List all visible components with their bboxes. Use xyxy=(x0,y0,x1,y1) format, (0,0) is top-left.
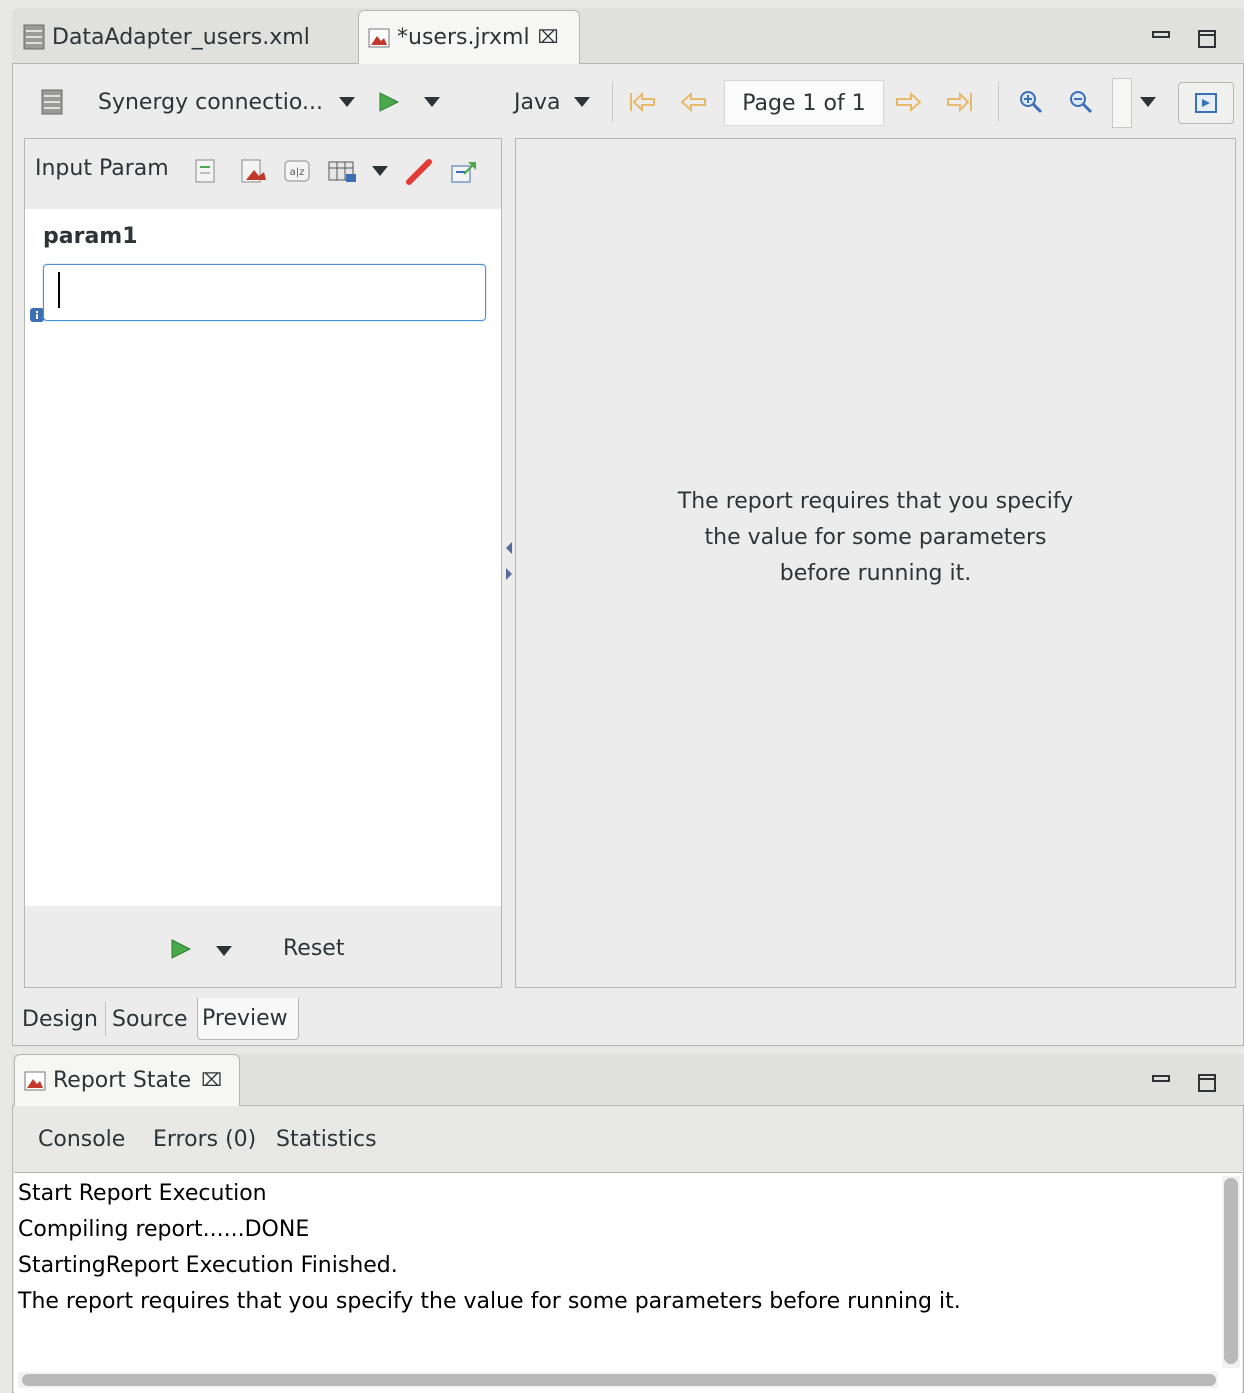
tab-design[interactable]: Design xyxy=(18,998,102,1040)
console-line: The report requires that you specify the… xyxy=(18,1289,961,1314)
subtab-statistics[interactable]: Statistics xyxy=(276,1122,377,1156)
clear-params-icon[interactable] xyxy=(404,156,434,186)
param1-input[interactable] xyxy=(43,264,486,321)
reset-button[interactable]: Reset xyxy=(283,936,344,961)
params-toggle-icon[interactable] xyxy=(194,158,218,184)
database-icon xyxy=(22,23,46,51)
tab-divider xyxy=(105,1002,106,1036)
zoom-out-button[interactable] xyxy=(1068,80,1094,124)
chevron-down-icon xyxy=(216,946,232,956)
tab-label: Preview xyxy=(202,1006,288,1031)
toolbar-separator xyxy=(998,82,999,122)
console-line: StartingReport Execution Finished. xyxy=(18,1253,398,1278)
last-page-icon xyxy=(946,90,974,114)
tab-label: Source xyxy=(112,1006,188,1032)
preview-message-line: the value for some parameters xyxy=(704,525,1047,550)
play-icon xyxy=(378,91,400,113)
chevron-down-icon xyxy=(338,97,355,107)
horizontal-scroll-thumb[interactable] xyxy=(22,1374,1216,1386)
chevron-down-icon xyxy=(424,97,440,107)
default-values-icon[interactable] xyxy=(450,160,478,186)
language-select[interactable]: Java xyxy=(514,80,591,124)
report-params-icon[interactable] xyxy=(240,158,268,184)
toggle-params-button[interactable] xyxy=(1178,82,1234,124)
zoom-out-icon xyxy=(1068,89,1094,115)
zoom-in-button[interactable] xyxy=(1018,80,1044,124)
last-page-button[interactable] xyxy=(946,80,974,124)
preview-message: The report requires that you specify the… xyxy=(515,484,1236,592)
run-report-button[interactable] xyxy=(378,80,400,124)
console-line: Compiling report......DONE xyxy=(18,1217,310,1242)
toolbar-separator xyxy=(612,82,613,122)
run-options-dropdown[interactable] xyxy=(424,80,440,124)
zoom-in-icon xyxy=(1018,89,1044,115)
tab-data-adapter[interactable]: DataAdapter_users.xml xyxy=(18,10,354,64)
tab-report-state[interactable]: Report State ⌧ xyxy=(14,1054,240,1106)
page-label: Page 1 of 1 xyxy=(742,90,866,116)
text-caret xyxy=(58,272,60,308)
console-line: Start Report Execution xyxy=(18,1181,267,1206)
report-icon xyxy=(367,26,391,50)
subtab-errors[interactable]: Errors (0) xyxy=(153,1122,256,1156)
subtab-console[interactable]: Console xyxy=(38,1122,125,1156)
tab-source[interactable]: Source xyxy=(108,998,192,1040)
tab-users-jrxml[interactable]: *users.jrxml ⌧ xyxy=(358,10,580,64)
param-name-label: param1 xyxy=(43,224,138,249)
export-icon xyxy=(1194,92,1218,114)
chevron-down-icon[interactable] xyxy=(372,166,388,176)
data-adapter-select[interactable]: Synergy connectio... xyxy=(98,80,355,124)
collapse-right-icon[interactable] xyxy=(505,568,513,580)
preview-message-line: before running it. xyxy=(779,561,972,586)
next-page-button[interactable] xyxy=(894,80,922,124)
language-label: Java xyxy=(514,89,561,115)
sort-params-icon[interactable]: a|z xyxy=(284,160,310,182)
tab-preview[interactable]: Preview xyxy=(197,998,299,1040)
data-adapter-icon xyxy=(40,80,64,124)
chevron-down-icon xyxy=(1140,97,1156,107)
tab-label: DataAdapter_users.xml xyxy=(52,24,310,50)
arrow-right-icon xyxy=(894,90,922,114)
data-adapter-label: Synergy connectio... xyxy=(98,89,323,115)
tab-label: Design xyxy=(22,1006,98,1032)
page-indicator: Page 1 of 1 xyxy=(724,80,884,126)
table-params-icon[interactable] xyxy=(328,160,358,184)
run-options-dropdown[interactable] xyxy=(216,946,232,956)
minimize-icon[interactable] xyxy=(1148,1066,1174,1092)
minimize-icon[interactable] xyxy=(1148,22,1174,48)
vertical-scroll-thumb[interactable] xyxy=(1224,1178,1238,1364)
first-page-icon xyxy=(628,90,656,114)
svg-text:a|z: a|z xyxy=(290,167,305,178)
maximize-icon[interactable] xyxy=(1194,1070,1220,1096)
tab-label: Report State xyxy=(53,1068,192,1093)
zoom-dropdown[interactable] xyxy=(1140,80,1156,124)
collapse-left-icon[interactable] xyxy=(505,542,513,554)
play-icon xyxy=(170,938,192,960)
zoom-combo[interactable] xyxy=(1112,78,1132,128)
chevron-down-icon xyxy=(574,97,591,107)
params-footer xyxy=(25,906,501,987)
close-icon[interactable]: ⌧ xyxy=(538,27,559,48)
report-icon xyxy=(23,1069,47,1093)
first-page-button[interactable] xyxy=(628,80,656,124)
run-report-button[interactable] xyxy=(170,938,192,960)
tab-label: *users.jrxml xyxy=(397,25,530,50)
info-icon xyxy=(30,308,44,322)
arrow-left-icon xyxy=(680,90,708,114)
preview-message-line: The report requires that you specify xyxy=(677,489,1074,514)
maximize-icon[interactable] xyxy=(1194,26,1220,52)
previous-page-button[interactable] xyxy=(680,80,708,124)
close-icon[interactable]: ⌧ xyxy=(201,1070,222,1091)
params-title: Input Param xyxy=(35,156,169,181)
